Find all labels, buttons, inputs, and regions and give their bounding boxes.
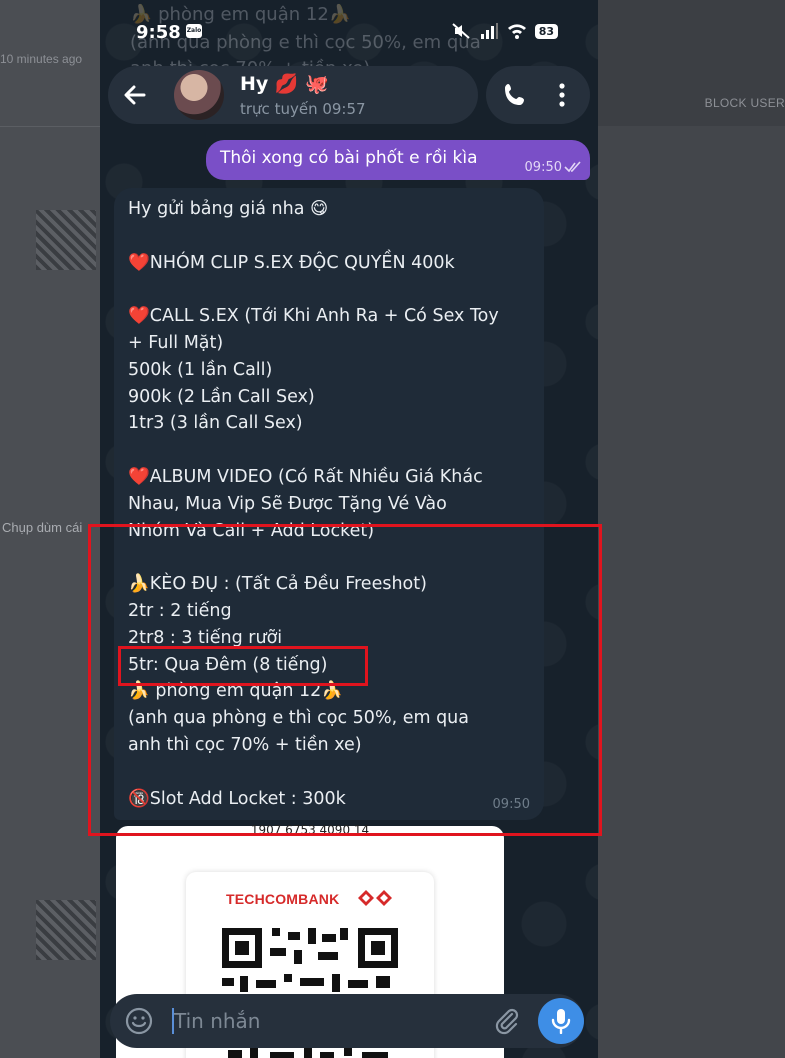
outgoing-message[interactable]: Thôi xong có bài phốt e rồi kìa 09:50 xyxy=(206,140,590,180)
contact-status: trực tuyến 09:57 xyxy=(240,100,366,118)
message-line: 500k (1 lần Call) xyxy=(128,359,273,380)
more-vertical-icon[interactable] xyxy=(550,80,574,110)
zalo-notification-icon: Zalo xyxy=(186,24,202,38)
bank-name: TECHCOMBANK xyxy=(226,891,340,907)
microphone-button[interactable] xyxy=(538,998,584,1044)
message-line xyxy=(128,437,532,464)
block-user-label: BLOCK USER xyxy=(704,96,785,110)
status-icons: 83 xyxy=(451,22,558,40)
techcombank-logo-icon xyxy=(358,890,392,906)
background-qr-thumbnail xyxy=(36,210,96,270)
phone-call-icon[interactable] xyxy=(500,80,530,110)
outgoing-message-text: Thôi xong có bài phốt e rồi kìa xyxy=(220,148,478,168)
background-chat-label: Chụp dùm cái xyxy=(2,520,83,535)
message-line: ❤️CALL S.EX (Tới Khi Anh Ra + Có Sex Toy xyxy=(128,306,499,327)
message-line: 900k (2 Lần Call Sex) xyxy=(128,386,315,407)
message-line: ❤️ALBUM VIDEO (Có Rất Nhiều Giá Khác xyxy=(128,466,483,487)
message-input[interactable] xyxy=(174,1006,474,1036)
status-bar: 9:58 Zalo 83 xyxy=(100,18,598,48)
annotation-highlight-price xyxy=(118,646,368,686)
mute-icon xyxy=(452,23,470,39)
message-line: Nhau, Mua Vip Sẽ Được Tặng Vé Vào xyxy=(128,493,447,514)
message-composer xyxy=(110,994,584,1048)
microphone-icon xyxy=(551,1009,571,1034)
background-right-panel: BLOCK USER xyxy=(598,0,785,1058)
message-line: ❤️NHÓM CLIP S.EX ĐỘC QUYỀN 400k xyxy=(128,252,455,273)
background-left-panel: 10 minutes ago Chụp dùm cái xyxy=(0,0,100,1058)
signal-icon xyxy=(480,23,498,39)
avatar[interactable] xyxy=(174,70,224,120)
chat-header: Hy 💋 🐙 trực tuyến 09:57 xyxy=(108,66,590,124)
message-line: + Full Mặt) xyxy=(128,332,224,353)
divider xyxy=(0,126,100,127)
message-line: Hy gửi bảng giá nha 😋 xyxy=(128,199,329,219)
read-ticks-icon xyxy=(564,161,581,173)
wifi-icon xyxy=(507,24,526,39)
message-line: 1tr3 (3 lần Call Sex) xyxy=(128,413,303,434)
message-line xyxy=(128,276,532,303)
background-timestamp: 10 minutes ago xyxy=(0,52,83,66)
message-line xyxy=(128,223,532,250)
paperclip-icon[interactable] xyxy=(492,1006,522,1036)
battery-indicator: 83 xyxy=(534,23,558,39)
emoji-icon[interactable] xyxy=(124,1006,154,1036)
back-arrow-icon[interactable] xyxy=(120,80,150,110)
contact-name[interactable]: Hy 💋 🐙 xyxy=(240,72,329,95)
background-qr-thumbnail xyxy=(36,900,96,960)
message-time: 09:50 xyxy=(524,160,562,175)
status-time: 9:58 xyxy=(136,22,181,43)
